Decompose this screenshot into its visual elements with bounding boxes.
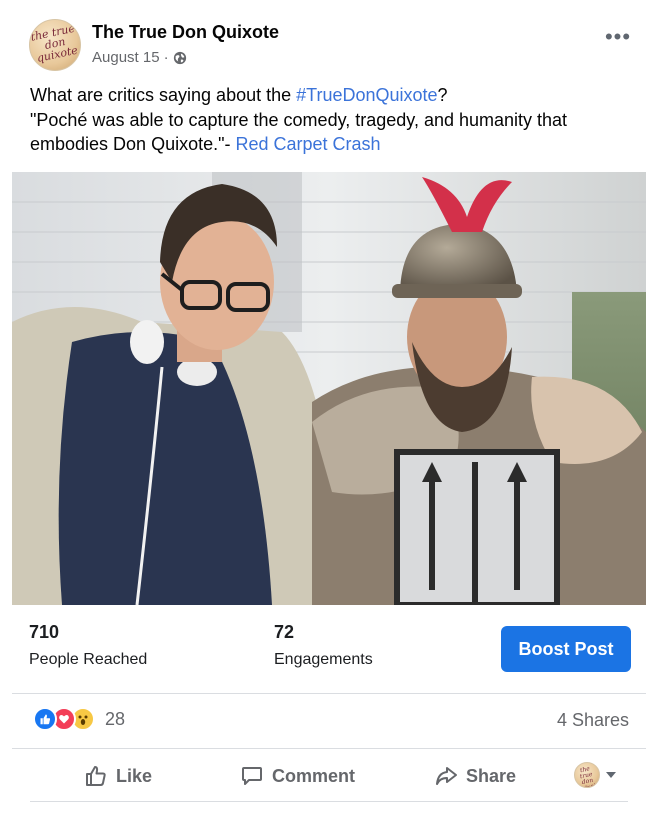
reaction-count: 28 (105, 708, 126, 729)
share-label: Share (466, 765, 517, 786)
page-avatar-logo-text: the true don quixote (29, 21, 79, 65)
divider-middle (12, 748, 646, 749)
post-text-suffix: ? (437, 85, 448, 105)
photo-illustration (12, 172, 646, 605)
post-as-selector[interactable]: the true don quixote (574, 762, 616, 788)
page-avatar[interactable]: the true don quixote (29, 19, 81, 71)
post-as-avatar: the true don quixote (574, 762, 600, 788)
reactions-summary[interactable]: 28 (33, 707, 125, 731)
post-text-prefix: What are critics saying about the (30, 85, 297, 105)
share-icon (436, 767, 457, 785)
post-card: the true don quixote The True Don Quixote … (0, 0, 666, 828)
chevron-down-icon (606, 772, 616, 778)
quote-source-link[interactable]: Red Carpet Crash (236, 134, 381, 154)
globe-icon[interactable] (173, 51, 187, 65)
boost-post-button[interactable]: Boost Post (501, 626, 631, 672)
comment-icon (242, 767, 262, 785)
like-icon (33, 707, 57, 731)
engagements-value: 72 (274, 622, 295, 642)
post-date[interactable]: August 15 (92, 49, 160, 66)
meta-separator: · (163, 49, 169, 66)
like-button[interactable]: Like (84, 760, 152, 792)
shares-count[interactable]: 4 Shares (557, 710, 629, 731)
post-photo[interactable] (12, 172, 646, 605)
divider-bottom (30, 801, 628, 802)
more-options-button[interactable]: ••• (600, 26, 636, 54)
people-reached-label: People Reached (29, 651, 148, 668)
share-button[interactable]: Share (434, 760, 516, 792)
thumbs-up-icon (86, 766, 106, 786)
page-name[interactable]: The True Don Quixote (92, 22, 279, 43)
people-reached-stat[interactable]: 710 People Reached (29, 622, 147, 669)
post-text: What are critics saying about the #TrueD… (30, 83, 640, 157)
hashtag-link[interactable]: #TrueDonQuixote (296, 85, 437, 105)
post-meta: August 15 · (92, 49, 187, 66)
comment-button[interactable]: Comment (240, 760, 355, 792)
people-reached-value: 710 (29, 622, 60, 642)
like-label: Like (116, 765, 153, 786)
engagements-stat[interactable]: 72 Engagements (274, 622, 373, 669)
comment-label: Comment (272, 765, 356, 786)
divider-top (12, 693, 646, 694)
engagements-label: Engagements (274, 651, 373, 668)
